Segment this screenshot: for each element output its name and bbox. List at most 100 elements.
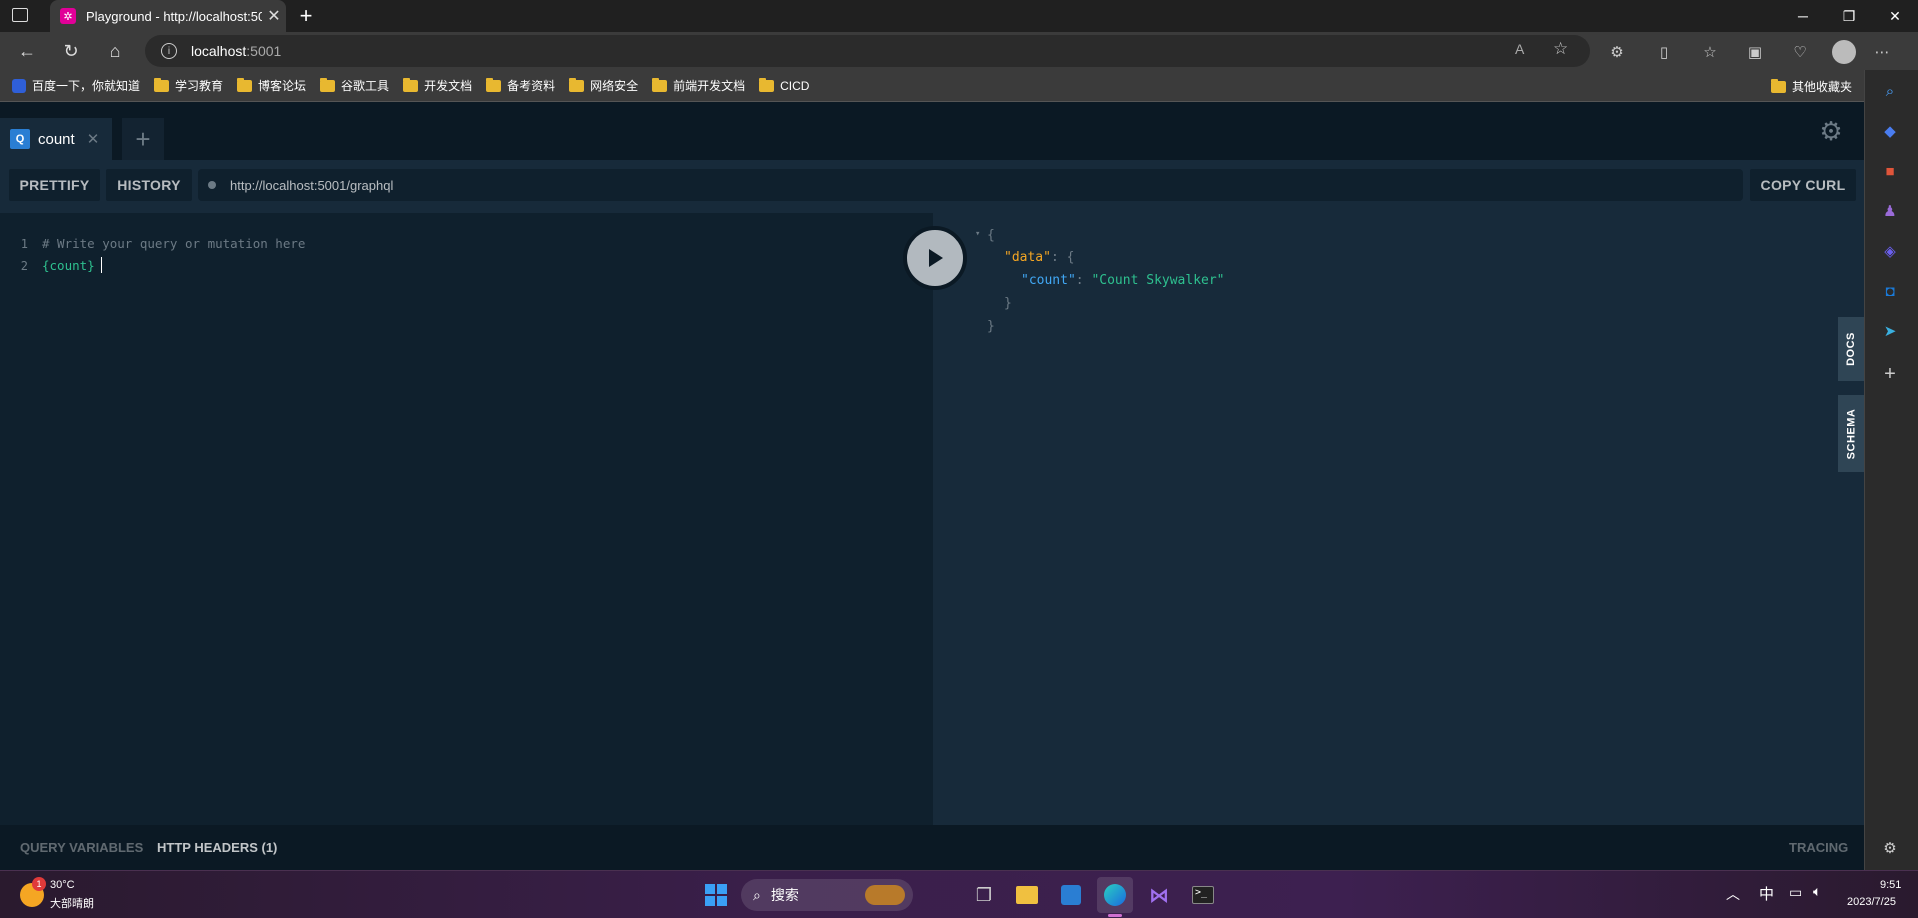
other-bookmarks-folder[interactable]: 其他收藏夹: [1771, 78, 1852, 95]
folder-icon: [320, 77, 336, 92]
profile-avatar[interactable]: [1832, 40, 1856, 64]
browser-tab-playground[interactable]: ✲ Playground - http://localhost:5001 ✕: [50, 0, 286, 32]
bookmark-folder[interactable]: CICD: [759, 77, 809, 93]
site-info-icon[interactable]: i: [161, 43, 177, 59]
edge-sidebar: [1864, 70, 1918, 870]
sidebar-shopping-icon[interactable]: ◆: [1877, 118, 1903, 144]
windows-start-icon[interactable]: [698, 877, 734, 913]
json-data-line: "data": {: [1004, 250, 1075, 265]
folder-icon: [759, 77, 775, 92]
prettify-button[interactable]: PRETTIFY: [9, 169, 100, 201]
playground-tab-count[interactable]: Q count ✕: [0, 118, 112, 160]
query-badge-icon: Q: [10, 129, 30, 149]
extensions-icon[interactable]: ⚙: [1606, 41, 1628, 63]
copy-curl-button[interactable]: COPY CURL: [1750, 169, 1856, 201]
json-close-brace: }: [987, 319, 995, 334]
browser-essentials-icon[interactable]: ♡: [1789, 41, 1811, 63]
weather-badge: 1: [32, 877, 46, 891]
bookmark-folder[interactable]: 开发文档: [403, 77, 472, 94]
query-variables-tab[interactable]: QUERY VARIABLES: [20, 840, 143, 855]
bookmark-folder[interactable]: 学习教育: [154, 77, 223, 94]
clock-date[interactable]: 2023/7/25: [1847, 896, 1896, 908]
bookmark-folder[interactable]: 网络安全: [569, 77, 638, 94]
sidebar-outlook-icon[interactable]: ◘: [1877, 278, 1903, 304]
bookmark-folder[interactable]: 谷歌工具: [320, 77, 389, 94]
endpoint-url-input[interactable]: http://localhost:5001/graphql: [198, 169, 1743, 201]
file-explorer-icon[interactable]: [1009, 877, 1045, 913]
more-menu-icon[interactable]: ⋯: [1871, 41, 1893, 63]
terminal-icon[interactable]: >_: [1185, 877, 1221, 913]
address-host: localhost: [191, 43, 247, 59]
add-playground-tab-button[interactable]: +: [122, 118, 164, 160]
query-editor[interactable]: 1 # Write your query or mutation here 2 …: [0, 213, 933, 825]
sidebar-add-icon[interactable]: +: [1877, 361, 1903, 387]
back-icon[interactable]: ←: [12, 37, 42, 65]
bookmark-folder[interactable]: 备考资料: [486, 77, 555, 94]
bookmark-folder[interactable]: 博客论坛: [237, 77, 306, 94]
tracing-tab[interactable]: TRACING: [1789, 840, 1848, 855]
playground-tab-label: count: [38, 130, 75, 148]
folder-icon: [237, 77, 253, 92]
sidebar-games-icon[interactable]: ♟: [1877, 198, 1903, 224]
edge-browser-icon[interactable]: [1097, 877, 1133, 913]
collapse-arrow-icon[interactable]: ▾: [975, 229, 980, 239]
weather-description[interactable]: 大部晴朗: [50, 895, 94, 911]
refresh-icon[interactable]: ↻: [56, 37, 86, 65]
favorites-icon[interactable]: ☆: [1699, 41, 1721, 63]
close-window-button[interactable]: ✕: [1872, 0, 1918, 32]
show-hidden-icons[interactable]: ︿: [1726, 884, 1740, 904]
close-playground-tab-icon[interactable]: ✕: [87, 130, 100, 148]
favorite-star-icon[interactable]: ☆: [1553, 39, 1568, 59]
volume-icon[interactable]: 🔈︎: [1813, 883, 1821, 900]
settings-gear-icon[interactable]: ⚙: [1816, 116, 1846, 146]
folder-icon: [154, 77, 170, 92]
editor-query-line: {count}: [42, 258, 95, 273]
bookmark-folder[interactable]: 前端开发文档: [652, 77, 745, 94]
line-number: 1: [20, 237, 28, 251]
minimize-button[interactable]: ─: [1780, 0, 1826, 32]
folder-icon: [569, 77, 585, 92]
active-app-indicator: [1108, 914, 1122, 917]
folder-icon: [403, 77, 419, 92]
visual-studio-icon[interactable]: ⋈: [1141, 877, 1177, 913]
windows-taskbar: 1 30°C 大部晴朗 ⌕ 搜索 ❐ ⋈ >_ ︿ 中 ▭ 🔈︎ 9:51 20…: [0, 870, 1918, 918]
read-aloud-icon[interactable]: A: [1515, 41, 1524, 57]
collections-icon[interactable]: ▣: [1744, 41, 1766, 63]
json-inner-close-brace: }: [1004, 296, 1012, 311]
search-label: 搜索: [770, 887, 799, 903]
task-view-icon[interactable]: ❐: [966, 877, 1002, 913]
taskbar-search-box[interactable]: ⌕ 搜索: [741, 879, 913, 911]
search-highlight-icon: [865, 885, 905, 905]
ime-indicator[interactable]: 中: [1759, 883, 1774, 904]
home-icon[interactable]: ⌂: [100, 37, 130, 65]
execute-query-button[interactable]: [903, 226, 967, 290]
clock-time[interactable]: 9:51: [1880, 879, 1901, 891]
new-tab-button[interactable]: +: [294, 3, 318, 28]
bookmark-baidu[interactable]: 百度一下，你就知道: [12, 77, 140, 94]
folder-icon: [652, 77, 668, 92]
sidebar-search-icon[interactable]: ⌕: [1877, 78, 1903, 104]
json-open-brace: {: [987, 228, 995, 243]
split-screen-icon[interactable]: ▯: [1653, 41, 1675, 63]
endpoint-url-text: http://localhost:5001/graphql: [230, 177, 394, 193]
http-headers-tab[interactable]: HTTP HEADERS (1): [157, 840, 277, 855]
browser-tab-title: Playground - http://localhost:5001: [86, 8, 262, 24]
sidebar-drop-icon[interactable]: ➤: [1877, 318, 1903, 344]
close-tab-icon[interactable]: ✕: [262, 6, 286, 26]
docs-side-tab[interactable]: DOCS: [1838, 317, 1864, 381]
browser-tab-strip: ✲ Playground - http://localhost:5001 ✕ +…: [0, 0, 1918, 32]
folder-icon: [1771, 78, 1786, 93]
schema-side-tab[interactable]: SCHEMA: [1838, 395, 1864, 472]
address-bar[interactable]: i localhost:5001 A ☆: [145, 35, 1590, 67]
sidebar-settings-icon[interactable]: ⚙: [1877, 835, 1903, 861]
history-button[interactable]: HISTORY: [106, 169, 192, 201]
network-icon[interactable]: ▭: [1789, 884, 1802, 901]
weather-temperature[interactable]: 30°C: [50, 879, 75, 891]
restore-button[interactable]: ❐: [1826, 0, 1872, 32]
store-icon[interactable]: [1053, 877, 1089, 913]
sidebar-tools-icon[interactable]: ■: [1877, 158, 1903, 184]
results-panel: ▾ { "data": { "count": "Count Skywalker"…: [933, 213, 1864, 825]
graphql-favicon-icon: ✲: [60, 8, 76, 24]
tab-actions-icon[interactable]: [12, 8, 28, 22]
sidebar-office-icon[interactable]: ◈: [1877, 238, 1903, 264]
